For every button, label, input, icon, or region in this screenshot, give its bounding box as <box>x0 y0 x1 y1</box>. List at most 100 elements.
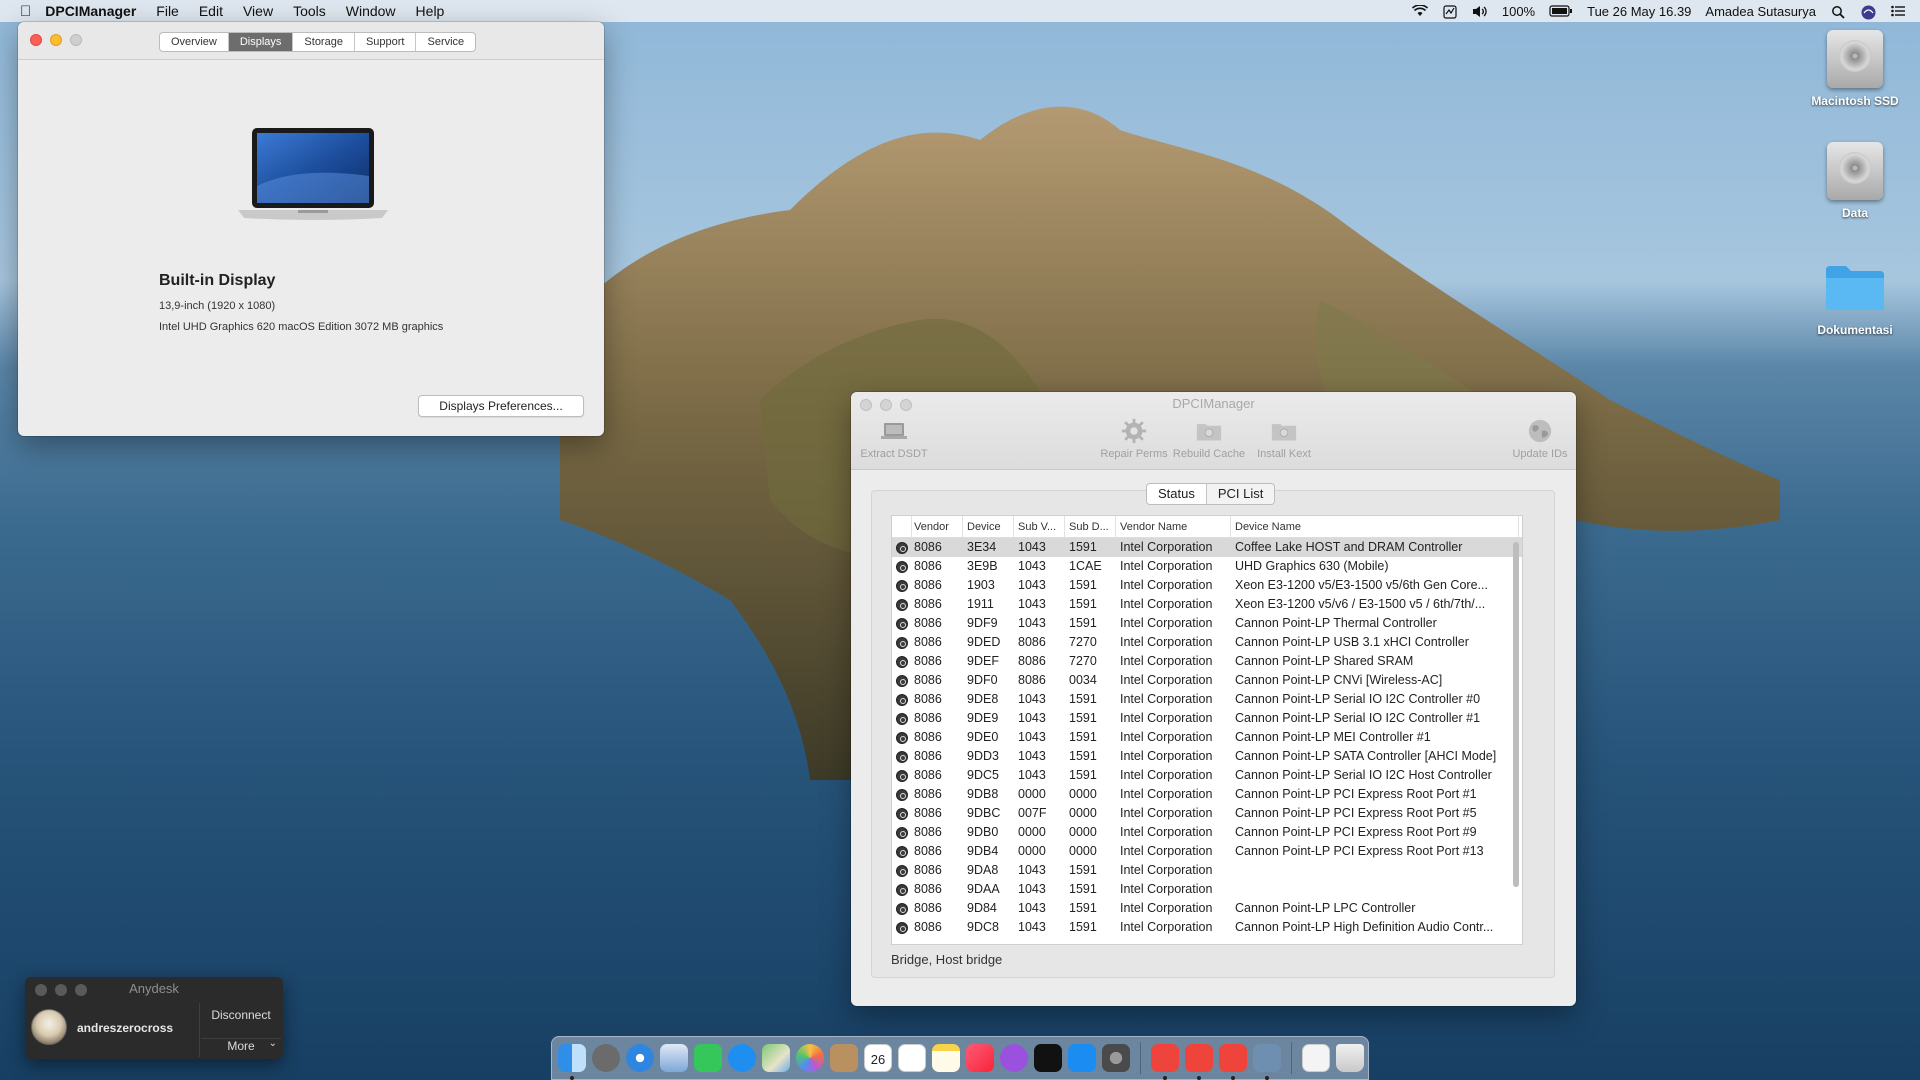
cell-sub-device: 1591 <box>1069 768 1097 782</box>
cell-vendor-name: Intel Corporation <box>1120 787 1213 801</box>
volume-icon[interactable] <box>1472 5 1488 18</box>
table-row[interactable]: 8086 9DC8 1043 1591 Intel Corporation Cannon … <box>892 918 1522 937</box>
column-header-sub-vendor[interactable]: Sub V... <box>1014 516 1065 537</box>
disconnect-button[interactable]: Disconnect <box>201 1008 281 1022</box>
documents-icon[interactable] <box>1302 1044 1330 1072</box>
repair-perms-button[interactable]: Repair Perms <box>1094 418 1174 460</box>
menu-tools[interactable]: Tools <box>293 3 326 19</box>
apple-icon[interactable]:  <box>20 3 31 20</box>
anydesk-icon-2[interactable] <box>1185 1044 1213 1080</box>
table-row[interactable]: 8086 9DED 8086 7270 Intel Corporation Cannon … <box>892 633 1522 652</box>
tab-storage[interactable]: Storage <box>293 33 355 51</box>
wifi-icon[interactable] <box>1411 3 1428 18</box>
desktop-icon-dokumentasi[interactable]: Dokumentasi <box>1800 254 1910 337</box>
activity-icon[interactable] <box>1442 4 1458 19</box>
calendar-icon[interactable]: 26 <box>864 1044 892 1072</box>
system-preferences-icon[interactable] <box>1102 1044 1130 1072</box>
table-row[interactable]: 8086 3E9B 1043 1CAE Intel Corporation UHD Gra… <box>892 557 1522 576</box>
table-row[interactable]: 8086 9DF0 8086 0034 Intel Corporation Cannon … <box>892 671 1522 690</box>
table-row[interactable]: 8086 9DC5 1043 1591 Intel Corporation Cannon … <box>892 766 1522 785</box>
column-header-vendor-name[interactable]: Vendor Name <box>1116 516 1231 537</box>
anydesk-icon-3[interactable] <box>1219 1044 1247 1080</box>
cell-device: 9DF9 <box>967 616 998 630</box>
siri-icon[interactable] <box>1860 5 1876 19</box>
status-text: Bridge, Host bridge <box>891 952 1003 967</box>
anydesk-icon[interactable] <box>1151 1044 1179 1080</box>
extract-dsdt-button[interactable]: Extract DSDT <box>854 418 934 460</box>
close-button[interactable] <box>30 34 42 46</box>
tab-displays[interactable]: Displays <box>228 33 294 51</box>
desktop-icon-macintosh-ssd[interactable]: Macintosh SSD <box>1800 30 1910 108</box>
menu-edit[interactable]: Edit <box>199 3 223 19</box>
table-row[interactable]: 8086 1911 1043 1591 Intel Corporation Xeon E3… <box>892 595 1522 614</box>
table-row[interactable]: 8086 9DD3 1043 1591 Intel Corporation Cannon … <box>892 747 1522 766</box>
table-row[interactable]: 8086 9DAA 1043 1591 Intel Corporation <box>892 880 1522 899</box>
more-button[interactable]: More ⌄ <box>201 1038 281 1053</box>
preview-icon[interactable] <box>660 1044 688 1072</box>
menu-view[interactable]: View <box>243 3 273 19</box>
menu-app-name[interactable]: DPCIManager <box>45 3 136 19</box>
table-row[interactable]: 8086 9DB0 0000 0000 Intel Corporation Cannon … <box>892 823 1522 842</box>
install-kext-button[interactable]: Install Kext <box>1244 418 1324 460</box>
table-row[interactable]: 8086 9DE8 1043 1591 Intel Corporation Cannon … <box>892 690 1522 709</box>
network-utility-icon[interactable] <box>1253 1044 1281 1080</box>
tool-label: Update IDs <box>1512 448 1568 460</box>
menu-help[interactable]: Help <box>416 3 445 19</box>
podcasts-icon[interactable] <box>1000 1044 1028 1072</box>
tab-overview[interactable]: Overview <box>160 33 229 51</box>
reminders-icon[interactable] <box>898 1044 926 1072</box>
table-row[interactable]: 8086 3E34 1043 1591 Intel Corporation Coffee … <box>892 538 1522 557</box>
table-row[interactable]: 8086 9DF9 1043 1591 Intel Corporation Cannon … <box>892 614 1522 633</box>
minimize-button[interactable] <box>50 34 62 46</box>
column-header-device[interactable]: Device <box>963 516 1014 537</box>
desktop-icon-label: Data <box>1841 206 1868 220</box>
zoom-button[interactable] <box>70 34 82 46</box>
update-ids-button[interactable]: Update IDs <box>1500 418 1576 460</box>
launchpad-icon[interactable] <box>592 1044 620 1072</box>
current-user[interactable]: Amadea Sutasurya <box>1705 4 1816 19</box>
clock[interactable]: Tue 26 May 16.39 <box>1587 4 1691 19</box>
tab-status[interactable]: Status <box>1147 484 1207 504</box>
photos-icon[interactable] <box>796 1044 824 1072</box>
table-row[interactable]: 8086 9DA8 1043 1591 Intel Corporation <box>892 861 1522 880</box>
safari-icon[interactable] <box>626 1044 654 1072</box>
table-row[interactable]: 8086 9DE9 1043 1591 Intel Corporation Cannon … <box>892 709 1522 728</box>
device-row-icon <box>892 557 912 576</box>
table-row[interactable]: 8086 1903 1043 1591 Intel Corporation Xeon E3… <box>892 576 1522 595</box>
column-header-vendor[interactable]: Vendor <box>912 516 963 537</box>
cell-device: 9DAA <box>967 882 1000 896</box>
table-row[interactable]: 8086 9D84 1043 1591 Intel Corporation Cannon … <box>892 899 1522 918</box>
rebuild-cache-button[interactable]: Rebuild Cache <box>1169 418 1249 460</box>
maps-icon[interactable] <box>762 1044 790 1072</box>
displays-preferences-button[interactable]: Displays Preferences... <box>418 395 584 417</box>
table-row[interactable]: 8086 9DBC 007F 0000 Intel Corporation Cannon … <box>892 804 1522 823</box>
about-titlebar: Overview Displays Storage Support Servic… <box>18 22 604 60</box>
contacts-icon[interactable] <box>830 1044 858 1072</box>
table-scrollbar[interactable] <box>1513 542 1519 887</box>
battery-icon[interactable] <box>1549 4 1573 18</box>
table-row[interactable]: 8086 9DEF 8086 7270 Intel Corporation Cannon … <box>892 652 1522 671</box>
table-row[interactable]: 8086 9DB8 0000 0000 Intel Corporation Cannon … <box>892 785 1522 804</box>
tv-icon[interactable] <box>1034 1044 1062 1072</box>
app-store-icon[interactable] <box>1068 1044 1096 1072</box>
desktop-icon-data[interactable]: Data <box>1800 142 1910 220</box>
finder-icon[interactable] <box>558 1044 586 1080</box>
spotlight-icon[interactable] <box>1830 5 1846 19</box>
trash-icon[interactable] <box>1336 1044 1364 1072</box>
facetime-icon[interactable] <box>694 1044 722 1072</box>
menu-window[interactable]: Window <box>346 3 396 19</box>
messages-icon[interactable] <box>728 1044 756 1072</box>
notification-center-icon[interactable] <box>1890 5 1906 18</box>
menu-bar:  DPCIManager File Edit View Tools Windo… <box>0 0 1920 22</box>
tab-service[interactable]: Service <box>416 33 475 51</box>
music-icon[interactable] <box>966 1044 994 1072</box>
pci-device-icon <box>896 921 908 934</box>
tab-support[interactable]: Support <box>355 33 417 51</box>
column-header-device-name[interactable]: Device Name <box>1231 516 1519 537</box>
notes-icon[interactable] <box>932 1044 960 1072</box>
table-row[interactable]: 8086 9DB4 0000 0000 Intel Corporation Cannon … <box>892 842 1522 861</box>
column-header-sub-device[interactable]: Sub D... <box>1065 516 1116 537</box>
table-row[interactable]: 8086 9DE0 1043 1591 Intel Corporation Cannon … <box>892 728 1522 747</box>
menu-file[interactable]: File <box>156 3 179 19</box>
tab-pci-list[interactable]: PCI List <box>1206 484 1275 504</box>
